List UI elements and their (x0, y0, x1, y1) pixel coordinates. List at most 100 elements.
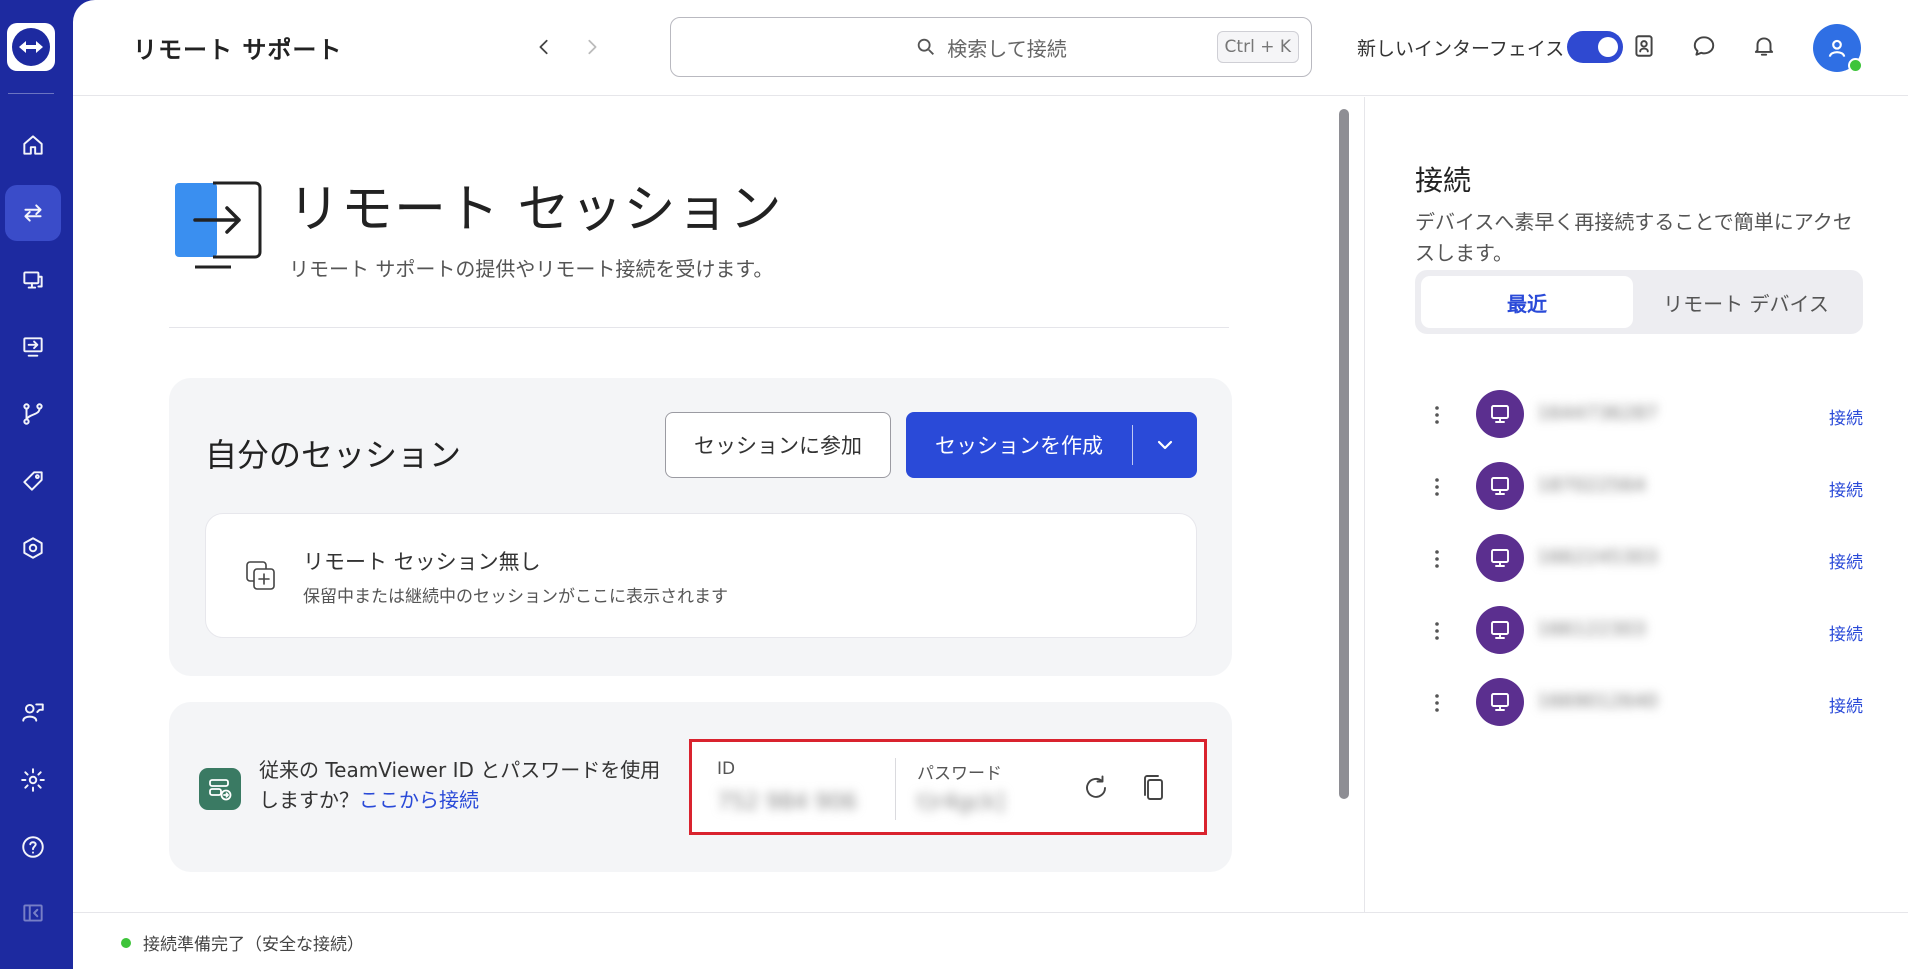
home-icon (23, 135, 43, 155)
sidebar-item-remote-screen[interactable] (5, 319, 61, 375)
device-connect-link[interactable]: 接続 (1829, 692, 1863, 717)
tab-recent[interactable]: 最近 (1421, 276, 1633, 328)
list-item: 1669012640 接続 (1415, 678, 1863, 728)
user-icon (1828, 39, 1846, 57)
refresh-icon (1086, 775, 1106, 798)
main-content: リモート セッション リモート サポートの提供やリモート接続を受けます。 自分の… (73, 97, 1363, 912)
forward-button[interactable] (577, 30, 607, 64)
join-session-button[interactable]: セッションに参加 (665, 412, 891, 478)
id-label: ID (717, 759, 736, 779)
legacy-connection-card: 従来の TeamViewer ID とパスワードを使用しますか？ここから接続 I… (169, 702, 1232, 872)
teamviewer-logo[interactable] (7, 23, 55, 71)
swap-arrows-icon (24, 204, 42, 222)
toggle-knob (1598, 37, 1618, 57)
more-options-button[interactable] (1427, 690, 1447, 716)
device-id: 1662245303 (1537, 546, 1658, 568)
device-connect-link[interactable]: 接続 (1829, 620, 1863, 645)
remote-screen-icon (23, 337, 43, 357)
sidebar-item-support[interactable] (5, 684, 61, 740)
id-value: 752 984 906 (717, 790, 857, 815)
hero-divider (169, 327, 1229, 328)
main-scrollbar[interactable] (1339, 109, 1349, 799)
app-title: リモート サポート (133, 36, 343, 64)
sidebar-item-management[interactable] (5, 520, 61, 576)
status-text: 接続準備完了（安全な接続） (143, 935, 364, 955)
create-session-label: セッションを作成 (935, 434, 1103, 458)
sidebar-collapse-button[interactable] (5, 885, 61, 941)
list-item: 1644736287 接続 (1415, 390, 1863, 440)
sidebar-item-remote-session[interactable] (5, 185, 61, 241)
sidebar-item-help[interactable] (5, 819, 61, 875)
chevron-right-icon (588, 39, 597, 55)
gear-icon (21, 768, 45, 792)
sidebar-item-flows[interactable] (5, 386, 61, 442)
more-options-button[interactable] (1427, 546, 1447, 572)
new-interface-label: 新しいインターフェイス (1357, 38, 1565, 60)
app-surface: リモート サポート 検索して接続 Ctrl + K 新しいインターフェイス リモ… (73, 0, 1908, 969)
user-chat-icon (22, 703, 44, 722)
more-options-button[interactable] (1427, 402, 1447, 428)
device-connect-link[interactable]: 接続 (1829, 548, 1863, 573)
settings-hex-icon (23, 537, 43, 559)
online-status-dot (1848, 58, 1863, 73)
connections-description: デバイスへ素早く再接続することで簡単にアクセスします。 (1415, 210, 1853, 265)
chevron-down-icon (1157, 440, 1173, 450)
monitor-icon (1491, 549, 1509, 567)
password-value: t)r4gck] (917, 790, 1005, 815)
user-avatar-button[interactable] (1813, 24, 1863, 73)
kebab-menu-icon (1435, 406, 1439, 424)
search-placeholder: 検索して接続 (947, 36, 1067, 61)
back-button[interactable] (529, 30, 559, 64)
page-title: リモート セッション (288, 180, 783, 240)
kebab-menu-icon (1435, 550, 1439, 568)
status-indicator-dot (121, 938, 131, 948)
connect-here-link[interactable]: ここから接続 (359, 788, 479, 812)
notifications-button[interactable] (1746, 28, 1782, 64)
status-bar: 接続準備完了（安全な接続） (73, 912, 1908, 969)
create-session-button[interactable]: セッションを作成 (906, 412, 1197, 478)
chevron-left-icon (539, 39, 548, 55)
monitor-icon (1491, 621, 1509, 639)
more-options-button[interactable] (1427, 618, 1447, 644)
device-id: 1669012640 (1537, 690, 1658, 712)
kebab-menu-icon (1435, 622, 1439, 640)
list-item: 166122303 接続 (1415, 606, 1863, 656)
teamviewer-logo-icon (12, 28, 50, 66)
copy-credentials-button[interactable] (1135, 769, 1173, 807)
no-sessions-subtitle: 保留中または継続中のセッションがここに表示されます (303, 587, 728, 607)
chat-bubble-icon (1693, 36, 1715, 56)
sidebar (0, 0, 73, 969)
chat-button[interactable] (1686, 28, 1722, 64)
sidebar-item-home[interactable] (5, 117, 61, 173)
copy-icon (1144, 775, 1163, 800)
refresh-password-button[interactable] (1077, 769, 1115, 807)
credentials-box: ID 752 984 906 パスワード t)r4gck] (689, 739, 1207, 835)
scrollbar-thumb[interactable] (1339, 109, 1349, 799)
sidebar-item-settings[interactable] (5, 752, 61, 808)
credentials-separator (895, 758, 896, 820)
device-connect-link[interactable]: 接続 (1829, 404, 1863, 429)
new-interface-toggle[interactable] (1567, 31, 1623, 63)
collapse-sidebar-icon (23, 904, 43, 922)
contacts-button[interactable] (1626, 28, 1662, 64)
search-input[interactable]: 検索して接続 Ctrl + K (670, 17, 1312, 77)
kebab-menu-icon (1435, 478, 1439, 496)
add-session-icon (244, 559, 278, 593)
device-connect-link[interactable]: 接続 (1829, 476, 1863, 501)
create-session-dropdown[interactable] (1133, 435, 1197, 455)
connections-tabs: 最近 リモート デバイス (1415, 270, 1863, 334)
monitor-icon (1491, 477, 1509, 495)
no-sessions-panel: リモート セッション無し 保留中または継続中のセッションがここに表示されます (205, 513, 1197, 638)
connections-panel: 接続 デバイスへ素早く再接続することで簡単にアクセスします。 最近 リモート デ… (1364, 97, 1908, 912)
device-id: 187022564 (1537, 474, 1646, 496)
tab-remote-devices[interactable]: リモート デバイス (1635, 276, 1857, 328)
branch-icon (23, 403, 43, 425)
help-icon (22, 836, 44, 858)
sidebar-item-devices[interactable] (5, 252, 61, 308)
sidebar-item-tags[interactable] (5, 453, 61, 509)
more-options-button[interactable] (1427, 474, 1447, 500)
device-avatar (1476, 678, 1524, 726)
device-avatar (1476, 462, 1524, 510)
list-item: 1662245303 接続 (1415, 534, 1863, 584)
bell-icon (1754, 37, 1774, 56)
